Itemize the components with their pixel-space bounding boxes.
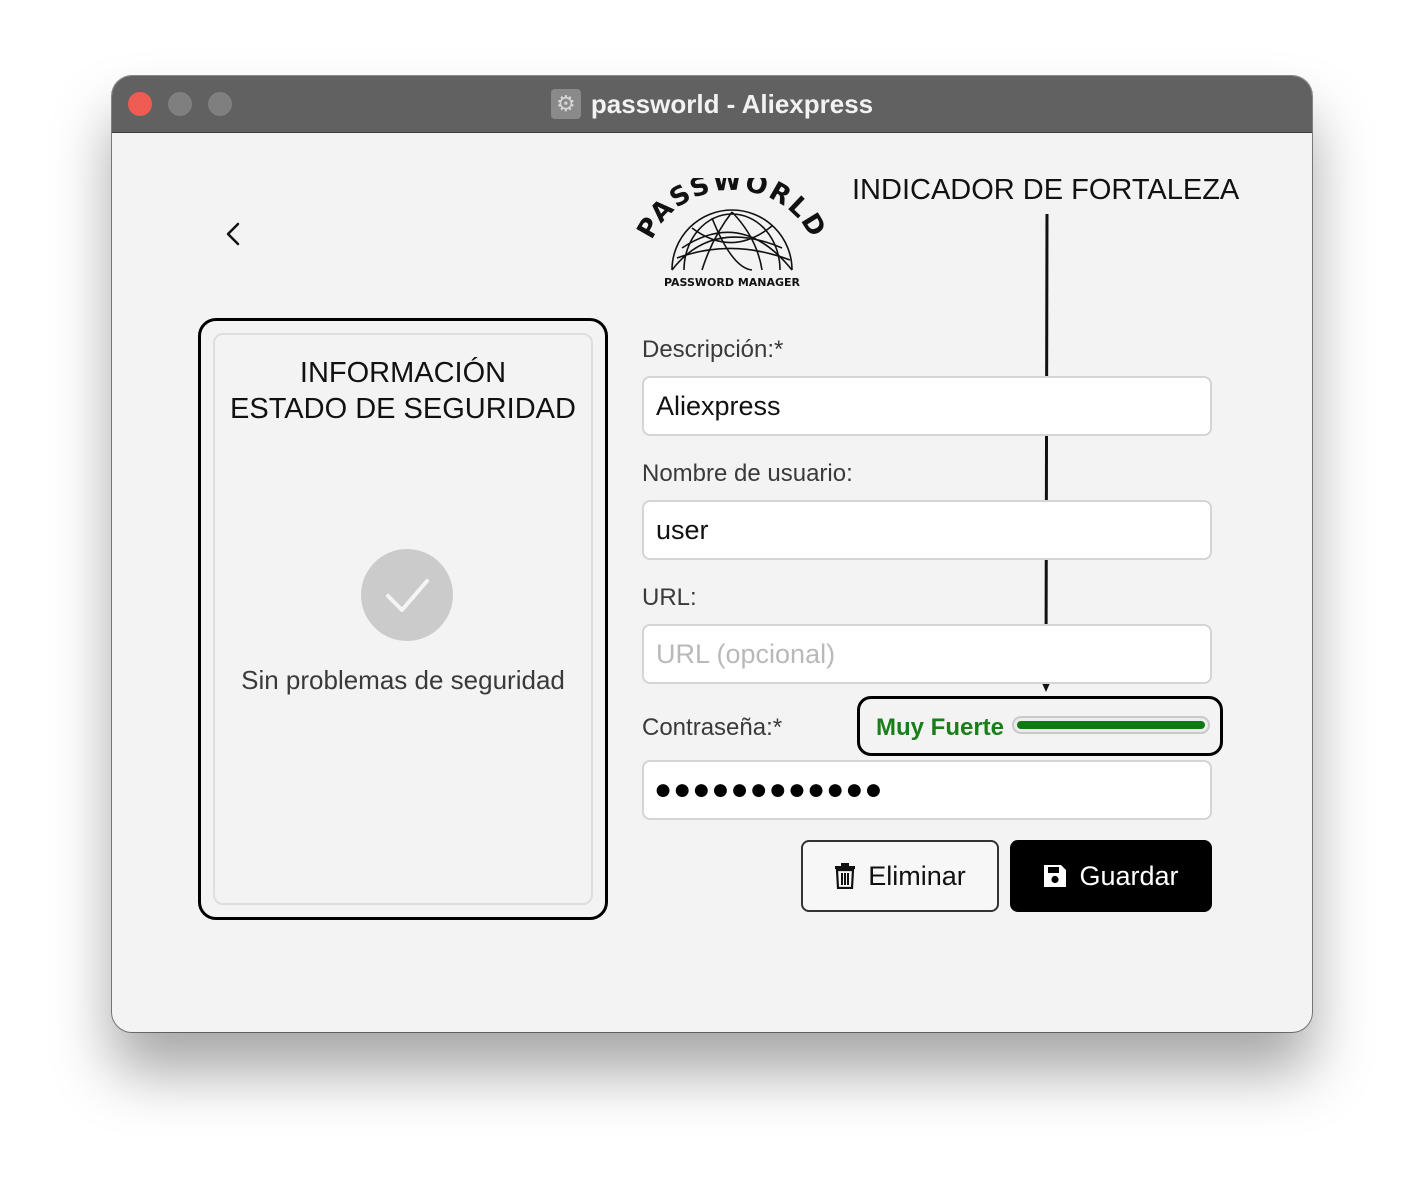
security-title-line1: INFORMACIÓN [299,357,507,389]
content-area: PASSWORLD PASSWORD MANAGER INDICADOR DE … [112,76,1312,1032]
security-status-panel: INFORMACIÓN ESTADO DE SEGURIDAD Sin prob… [198,318,608,920]
delete-button[interactable]: Eliminar [801,840,999,912]
back-button[interactable] [216,216,248,252]
trash-icon [835,863,856,889]
save-button[interactable]: Guardar [1010,840,1212,912]
strength-label: Muy Fuerte [876,714,1005,741]
username-field[interactable] [642,500,1212,560]
description-field[interactable] [642,376,1212,436]
svg-text:PASSWORLD: PASSWORLD [632,178,832,244]
description-label: Descripción:* [642,336,784,363]
save-icon [1044,865,1067,887]
security-status-card: INFORMACIÓN ESTADO DE SEGURIDAD Sin prob… [213,333,593,905]
delete-button-label: Eliminar [868,860,966,891]
username-label: Nombre de usuario: [642,460,853,487]
strength-indicator-annotation: INDICADOR DE FORTALEZA [852,174,1240,206]
security-title: INFORMACIÓN ESTADO DE SEGURIDAD [215,355,591,427]
security-status-text: Sin problemas de seguridad [241,665,565,695]
url-label: URL: [642,584,697,611]
security-title-line2: ESTADO DE SEGURIDAD [230,393,576,425]
strength-bar [1012,716,1210,734]
strength-bar-fill [1017,721,1205,729]
save-button-label: Guardar [1079,860,1179,891]
url-field[interactable] [642,624,1212,684]
check-icon [361,549,453,641]
passworld-logo: PASSWORLD PASSWORD MANAGER [632,166,832,290]
strength-indicator: Muy Fuerte [857,696,1223,756]
password-field[interactable]: ●●●●●●●●●●●● [642,760,1212,820]
logo-subtitle: PASSWORD MANAGER [664,276,801,289]
chevron-left-icon [226,222,240,246]
password-label: Contraseña:* [642,714,783,741]
logo-text: PASSWORLD [632,166,831,243]
